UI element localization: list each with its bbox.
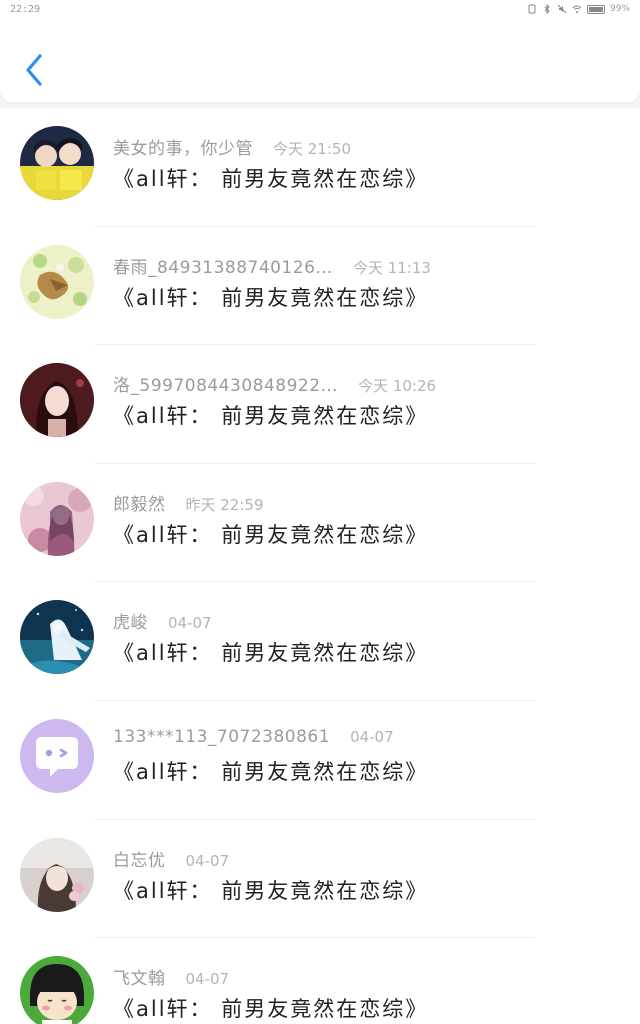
username[interactable]: 白忘优 xyxy=(113,846,166,871)
bluetooth-icon xyxy=(544,4,550,14)
avatar[interactable] xyxy=(20,719,94,793)
list-item[interactable]: 133***113_7072380861 04-07 《all轩： 前男友竟然在… xyxy=(0,701,640,820)
timestamp: 04-07 xyxy=(185,851,230,870)
status-bar: 22:29 99% xyxy=(0,0,640,22)
timestamp: 04-07 xyxy=(168,614,212,633)
timestamp: 昨天 22:59 xyxy=(185,495,264,514)
chevron-left-icon xyxy=(26,54,42,86)
username[interactable]: 郎毅然 xyxy=(113,490,166,515)
list-item[interactable]: 虎峻 04-07 《all轩： 前男友竟然在恋综》 xyxy=(0,582,640,701)
list-item[interactable]: 洛_5997084430848922… 今天 10:26 《all轩： 前男友竟… xyxy=(0,345,640,464)
wifi-icon xyxy=(572,5,582,13)
item-meta: 133***113_7072380861 04-07 xyxy=(113,727,394,747)
message-text[interactable]: 《all轩： 前男友竟然在恋综》 xyxy=(113,756,428,786)
battery-level: 99% xyxy=(609,4,630,14)
battery-icon xyxy=(586,4,605,14)
message-text[interactable]: 《all轩： 前男友竟然在恋综》 xyxy=(113,282,428,312)
message-text[interactable]: 《all轩： 前男友竟然在恋综》 xyxy=(113,163,428,193)
vibrate-icon xyxy=(528,4,536,14)
timestamp: 今天 11:13 xyxy=(352,258,431,277)
list-item[interactable]: 飞文翰 04-07 《all轩： 前男友竟然在恋综》 xyxy=(0,938,640,1024)
avatar[interactable] xyxy=(20,363,94,438)
username[interactable]: 虎峻 xyxy=(113,608,148,633)
status-time: 22:29 xyxy=(10,4,41,15)
item-meta: 白忘优 04-07 xyxy=(113,846,229,871)
username[interactable]: 美女的事，你少管 xyxy=(113,134,253,159)
item-meta: 郎毅然 昨天 22:59 xyxy=(113,490,264,515)
message-text[interactable]: 《all轩： 前男友竟然在恋综》 xyxy=(113,519,428,549)
chat-bubble-icon xyxy=(20,719,94,793)
username[interactable]: 飞文翰 xyxy=(113,964,166,989)
message-text[interactable]: 《all轩： 前男友竟然在恋综》 xyxy=(113,637,428,667)
message-text[interactable]: 《all轩： 前男友竟然在恋综》 xyxy=(113,400,428,430)
mute-icon xyxy=(557,4,567,14)
avatar[interactable] xyxy=(20,481,94,556)
avatar[interactable] xyxy=(20,600,94,675)
list-item[interactable]: 郎毅然 昨天 22:59 《all轩： 前男友竟然在恋综》 xyxy=(0,464,640,583)
item-meta: 洛_5997084430848922… 今天 10:26 xyxy=(113,371,436,396)
avatar[interactable] xyxy=(20,244,94,319)
message-text[interactable]: 《all轩： 前男友竟然在恋综》 xyxy=(113,993,428,1023)
item-meta: 飞文翰 04-07 xyxy=(113,964,229,989)
item-meta: 虎峻 04-07 xyxy=(113,608,212,633)
username[interactable]: 春雨_84931388740126… xyxy=(113,253,333,278)
timestamp: 今天 21:50 xyxy=(273,140,351,158)
status-icons: 99% xyxy=(527,4,630,14)
list-item[interactable]: 美女的事，你少管 今天 21:50 《all轩： 前男友竟然在恋综》 xyxy=(0,108,640,227)
message-text[interactable]: 《all轩： 前男友竟然在恋综》 xyxy=(113,875,428,905)
avatar[interactable] xyxy=(20,126,94,200)
back-button[interactable] xyxy=(18,50,52,90)
timestamp: 04-07 xyxy=(185,970,230,989)
list-item[interactable]: 白忘优 04-07 《all轩： 前男友竟然在恋综》 xyxy=(0,820,640,939)
avatar[interactable] xyxy=(20,837,94,912)
timestamp: 今天 10:26 xyxy=(358,377,437,396)
username[interactable]: 133***113_7072380861 xyxy=(113,727,330,747)
timestamp: 04-07 xyxy=(350,728,394,746)
message-list: 美女的事，你少管 今天 21:50 《all轩： 前男友竟然在恋综》 春雨_84… xyxy=(0,108,640,1024)
top-bar xyxy=(0,22,640,102)
username[interactable]: 洛_5997084430848922… xyxy=(113,371,338,396)
avatar[interactable] xyxy=(20,956,94,1024)
item-meta: 春雨_84931388740126… 今天 11:13 xyxy=(113,253,431,278)
list-item[interactable]: 春雨_84931388740126… 今天 11:13 《all轩： 前男友竟然… xyxy=(0,227,640,346)
item-meta: 美女的事，你少管 今天 21:50 xyxy=(113,134,351,159)
